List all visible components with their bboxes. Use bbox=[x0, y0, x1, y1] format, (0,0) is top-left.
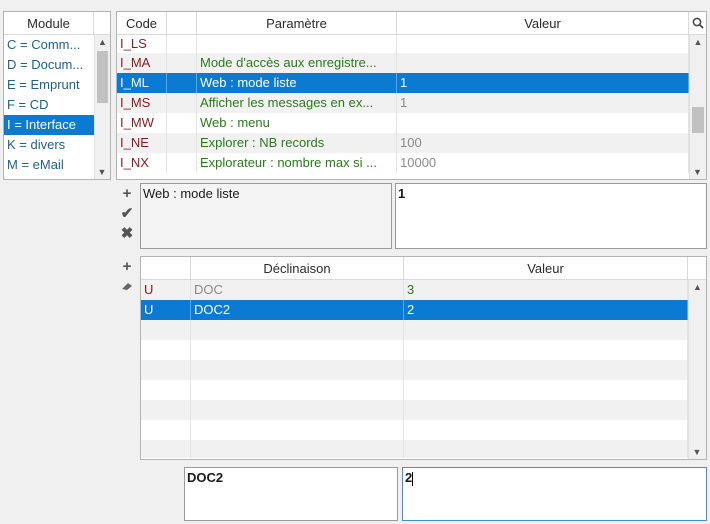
table-row[interactable]: I_MW Web : menu bbox=[117, 113, 689, 133]
param-cell: Web : menu bbox=[197, 113, 397, 133]
declinaison-column-header[interactable]: Déclinaison bbox=[191, 257, 404, 279]
table-row[interactable]: U DOC 3 bbox=[141, 280, 688, 300]
empty-row bbox=[141, 420, 688, 440]
scrollbar-thumb[interactable] bbox=[97, 51, 108, 103]
value-edit-field[interactable]: 2 bbox=[402, 467, 707, 521]
add-icon[interactable]: + bbox=[117, 256, 137, 276]
decl-rows: U DOC 3 U DOC2 2 bbox=[141, 280, 688, 458]
delete-icon[interactable]: ✖ bbox=[117, 223, 137, 243]
param-cell: Mode d'accès aux enregistre... bbox=[197, 53, 397, 73]
param-actions: + ✔ ✖ bbox=[117, 183, 137, 243]
module-list-header: Module bbox=[4, 12, 110, 35]
module-list-scrollbar[interactable]: ▲ ▼ bbox=[94, 35, 110, 179]
empty-row bbox=[141, 360, 688, 380]
table-row[interactable]: I_MS Afficher les messages en ex... 1 bbox=[117, 93, 689, 113]
scrollbar-thumb[interactable] bbox=[692, 107, 704, 133]
declinaison-edit-field[interactable]: DOC2 bbox=[184, 467, 398, 521]
value-column-header[interactable]: Valeur bbox=[397, 12, 689, 34]
code-cell: I_NE bbox=[117, 133, 167, 153]
scroll-up-arrow-icon[interactable]: ▲ bbox=[690, 35, 706, 49]
value-cell: 3 bbox=[404, 280, 688, 300]
value-cell: 1 bbox=[397, 73, 689, 93]
table-row[interactable]: I_LS bbox=[117, 35, 689, 53]
code-cell: I_NX bbox=[117, 153, 167, 173]
value-cell: 2 bbox=[404, 300, 688, 320]
value-cell bbox=[397, 113, 689, 133]
param-text-box[interactable]: Web : mode liste bbox=[140, 183, 392, 249]
table-row-selected[interactable]: U DOC2 2 bbox=[141, 300, 688, 320]
empty-row bbox=[141, 380, 688, 400]
value-cell bbox=[397, 53, 689, 73]
empty-row bbox=[141, 320, 688, 340]
module-item[interactable]: M = eMail bbox=[4, 155, 94, 175]
value-cell: 1 bbox=[397, 93, 689, 113]
scroll-up-arrow-icon[interactable]: ▲ bbox=[689, 280, 706, 294]
table-row[interactable]: I_NX Explorateur : nombre max si ... 100… bbox=[117, 153, 689, 173]
decl-table-header: Déclinaison Valeur bbox=[141, 257, 706, 280]
value-text-box[interactable]: 1 bbox=[395, 183, 707, 249]
value-cell: 100 bbox=[397, 133, 689, 153]
scroll-down-arrow-icon[interactable]: ▼ bbox=[690, 165, 705, 179]
module-item[interactable]: D = Docum... bbox=[4, 55, 94, 75]
code-column-header[interactable]: Code bbox=[117, 12, 167, 34]
text-cursor bbox=[412, 471, 414, 486]
module-list-panel: Module C = Comm... D = Docum... E = Empr… bbox=[3, 11, 111, 180]
module-item[interactable]: E = Emprunt bbox=[4, 75, 94, 95]
value-edit-text: 2 bbox=[405, 470, 413, 485]
declinaison-cell: DOC2 bbox=[191, 300, 404, 320]
decl-table-scrollbar[interactable]: ▲ ▼ bbox=[688, 280, 706, 459]
code-cell: I_LS bbox=[117, 35, 167, 53]
param-cell: Explorateur : nombre max si ... bbox=[197, 153, 397, 173]
module-items: C = Comm... D = Docum... E = Emprunt F =… bbox=[4, 35, 94, 175]
declinaison-cell: DOC bbox=[191, 280, 404, 300]
table-row-selected[interactable]: I_ML Web : mode liste 1 bbox=[117, 73, 689, 93]
value-cell: 10000 bbox=[397, 153, 689, 173]
code-cell: I_MA bbox=[117, 53, 167, 73]
empty-row bbox=[141, 340, 688, 360]
eraser-icon[interactable] bbox=[117, 276, 137, 296]
scroll-down-arrow-icon[interactable]: ▼ bbox=[95, 165, 109, 179]
param-cell: Explorer : NB records bbox=[197, 133, 397, 153]
table-row[interactable]: I_NE Explorer : NB records 100 bbox=[117, 133, 689, 153]
code-cell: I_MW bbox=[117, 113, 167, 133]
value-cell bbox=[397, 35, 689, 53]
param-cell: Web : mode liste bbox=[197, 73, 397, 93]
empty-row bbox=[141, 440, 688, 458]
empty-row bbox=[141, 400, 688, 420]
param-table-scrollbar[interactable]: ▲ ▼ bbox=[689, 35, 706, 179]
param-text: Web : mode liste bbox=[143, 186, 240, 201]
param-column-header[interactable]: Paramètre bbox=[197, 12, 397, 34]
scroll-up-arrow-icon[interactable]: ▲ bbox=[95, 35, 110, 49]
scroll-down-arrow-icon[interactable]: ▼ bbox=[689, 445, 705, 459]
param-table-header: Code Paramètre Valeur bbox=[117, 12, 706, 35]
code-cell: I_ML bbox=[117, 73, 167, 93]
declinaison-table: Déclinaison Valeur U DOC 3 U DOC2 2 ▲ ▼ bbox=[140, 256, 707, 460]
table-row[interactable]: I_MA Mode d'accès aux enregistre... bbox=[117, 53, 689, 73]
search-icon[interactable] bbox=[689, 12, 706, 34]
code-cell: U bbox=[141, 300, 191, 320]
code-cell: I_MS bbox=[117, 93, 167, 113]
module-column-header[interactable]: Module bbox=[4, 12, 94, 34]
checkmark-icon[interactable]: ✔ bbox=[117, 203, 137, 223]
value-column-header[interactable]: Valeur bbox=[404, 257, 688, 279]
value-text: 1 bbox=[398, 186, 406, 201]
module-item[interactable]: C = Comm... bbox=[4, 35, 94, 55]
param-rows: I_LS I_MA Mode d'accès aux enregistre...… bbox=[117, 35, 689, 173]
add-icon[interactable]: + bbox=[117, 183, 137, 203]
module-item-selected[interactable]: I = Interface bbox=[4, 115, 94, 135]
decl-actions: + bbox=[117, 256, 137, 296]
param-table: Code Paramètre Valeur I_LS I_MA Mode d'a… bbox=[116, 11, 707, 180]
module-item[interactable]: F = CD bbox=[4, 95, 94, 115]
param-cell bbox=[197, 35, 397, 53]
module-item[interactable]: K = divers bbox=[4, 135, 94, 155]
code-cell: U bbox=[141, 280, 191, 300]
param-cell: Afficher les messages en ex... bbox=[197, 93, 397, 113]
declinaison-edit-text: DOC2 bbox=[187, 470, 224, 485]
